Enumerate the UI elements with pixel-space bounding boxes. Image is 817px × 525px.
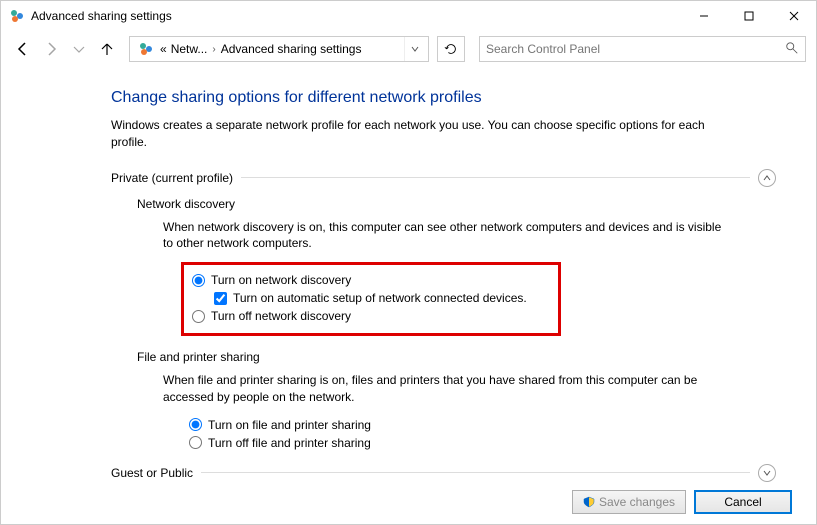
back-button[interactable] bbox=[11, 37, 35, 61]
titlebar: Advanced sharing settings bbox=[1, 1, 816, 31]
window-title: Advanced sharing settings bbox=[31, 9, 681, 23]
radio-fps-on[interactable] bbox=[189, 418, 202, 431]
search-input[interactable] bbox=[486, 42, 785, 56]
section-private-header[interactable]: Private (current profile) bbox=[111, 169, 776, 187]
network-icon bbox=[138, 41, 154, 57]
radio-fps-off-label: Turn off file and printer sharing bbox=[208, 436, 371, 450]
checkbox-auto-setup[interactable] bbox=[214, 292, 227, 305]
radio-discovery-on[interactable] bbox=[192, 274, 205, 287]
radio-fps-off[interactable] bbox=[189, 436, 202, 449]
recent-dropdown[interactable] bbox=[67, 37, 91, 61]
up-button[interactable] bbox=[95, 37, 119, 61]
divider bbox=[241, 177, 750, 178]
radio-discovery-off[interactable] bbox=[192, 310, 205, 323]
file-printer-heading: File and printer sharing bbox=[137, 350, 776, 364]
address-bar[interactable]: « Netw... › Advanced sharing settings bbox=[129, 36, 429, 62]
file-printer-desc: When file and printer sharing is on, fil… bbox=[163, 372, 723, 406]
highlight-box: Turn on network discovery Turn on automa… bbox=[181, 262, 561, 336]
address-dropdown[interactable] bbox=[404, 37, 424, 61]
close-button[interactable] bbox=[771, 1, 816, 31]
minimize-button[interactable] bbox=[681, 1, 726, 31]
section-guest-label: Guest or Public bbox=[111, 466, 193, 480]
network-discovery-desc: When network discovery is on, this compu… bbox=[163, 219, 723, 253]
shield-icon bbox=[583, 496, 595, 508]
search-icon[interactable] bbox=[785, 41, 799, 58]
network-discovery-heading: Network discovery bbox=[137, 197, 776, 211]
search-box[interactable] bbox=[479, 36, 806, 62]
page-title: Change sharing options for different net… bbox=[111, 89, 776, 107]
breadcrumb-current[interactable]: Advanced sharing settings bbox=[219, 42, 364, 56]
network-icon bbox=[9, 8, 25, 24]
section-guest-header[interactable]: Guest or Public bbox=[111, 464, 776, 482]
divider bbox=[201, 472, 750, 473]
section-private-label: Private (current profile) bbox=[111, 171, 233, 185]
save-button-label: Save changes bbox=[599, 495, 675, 509]
save-button[interactable]: Save changes bbox=[572, 490, 686, 514]
maximize-button[interactable] bbox=[726, 1, 771, 31]
refresh-button[interactable] bbox=[437, 36, 465, 62]
radio-discovery-off-label: Turn off network discovery bbox=[211, 309, 351, 323]
breadcrumb-network[interactable]: Netw... bbox=[169, 42, 210, 56]
radio-fps-on-label: Turn on file and printer sharing bbox=[208, 418, 371, 432]
collapse-icon[interactable] bbox=[758, 169, 776, 187]
button-bar: Save changes Cancel bbox=[572, 490, 792, 514]
expand-icon[interactable] bbox=[758, 464, 776, 482]
checkbox-auto-setup-label: Turn on automatic setup of network conne… bbox=[233, 291, 527, 305]
radio-discovery-on-label: Turn on network discovery bbox=[211, 273, 351, 287]
content-area: Change sharing options for different net… bbox=[1, 71, 816, 482]
navbar: « Netw... › Advanced sharing settings bbox=[1, 31, 816, 67]
page-description: Windows creates a separate network profi… bbox=[111, 117, 711, 151]
cancel-button[interactable]: Cancel bbox=[694, 490, 792, 514]
cancel-button-label: Cancel bbox=[724, 495, 761, 509]
forward-button[interactable] bbox=[39, 37, 63, 61]
breadcrumb-prefix[interactable]: « bbox=[158, 42, 169, 56]
chevron-right-icon[interactable]: › bbox=[209, 44, 218, 55]
